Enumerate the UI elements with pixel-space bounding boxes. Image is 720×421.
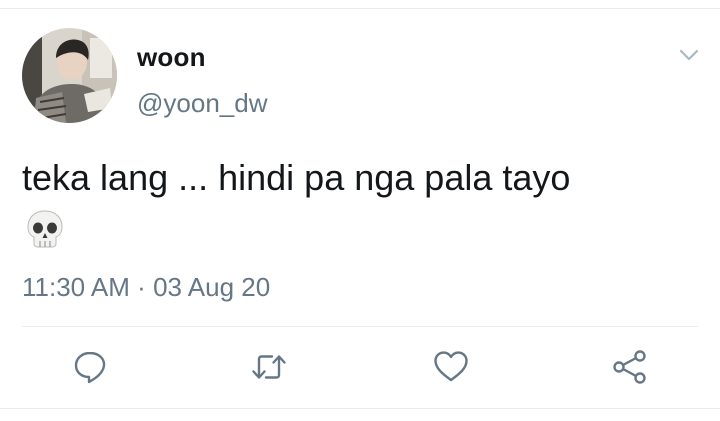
tweet-time: 11:30 AM bbox=[22, 272, 130, 302]
bottom-divider bbox=[0, 408, 720, 409]
tweet-text: teka lang ... hindi pa nga pala tayo bbox=[22, 157, 571, 198]
reply-button[interactable] bbox=[70, 347, 110, 387]
avatar[interactable] bbox=[22, 28, 117, 123]
reply-icon bbox=[72, 349, 108, 385]
tweet-date: 03 Aug 20 bbox=[153, 272, 271, 302]
share-button[interactable] bbox=[610, 347, 650, 387]
retweet-button[interactable] bbox=[249, 347, 289, 387]
tweet-timestamp[interactable]: 11:30 AM · 03 Aug 20 bbox=[22, 272, 270, 303]
retweet-icon bbox=[250, 349, 288, 385]
meta-separator: · bbox=[137, 272, 146, 302]
actions-divider bbox=[22, 326, 698, 327]
heart-icon bbox=[432, 349, 470, 385]
top-divider bbox=[0, 8, 720, 9]
skull-emoji bbox=[26, 209, 64, 249]
user-handle[interactable]: @yoon_dw bbox=[137, 88, 267, 119]
share-icon bbox=[611, 348, 649, 386]
chevron-down-icon[interactable] bbox=[678, 44, 700, 66]
like-button[interactable] bbox=[431, 347, 471, 387]
display-name[interactable]: woon bbox=[137, 42, 206, 73]
